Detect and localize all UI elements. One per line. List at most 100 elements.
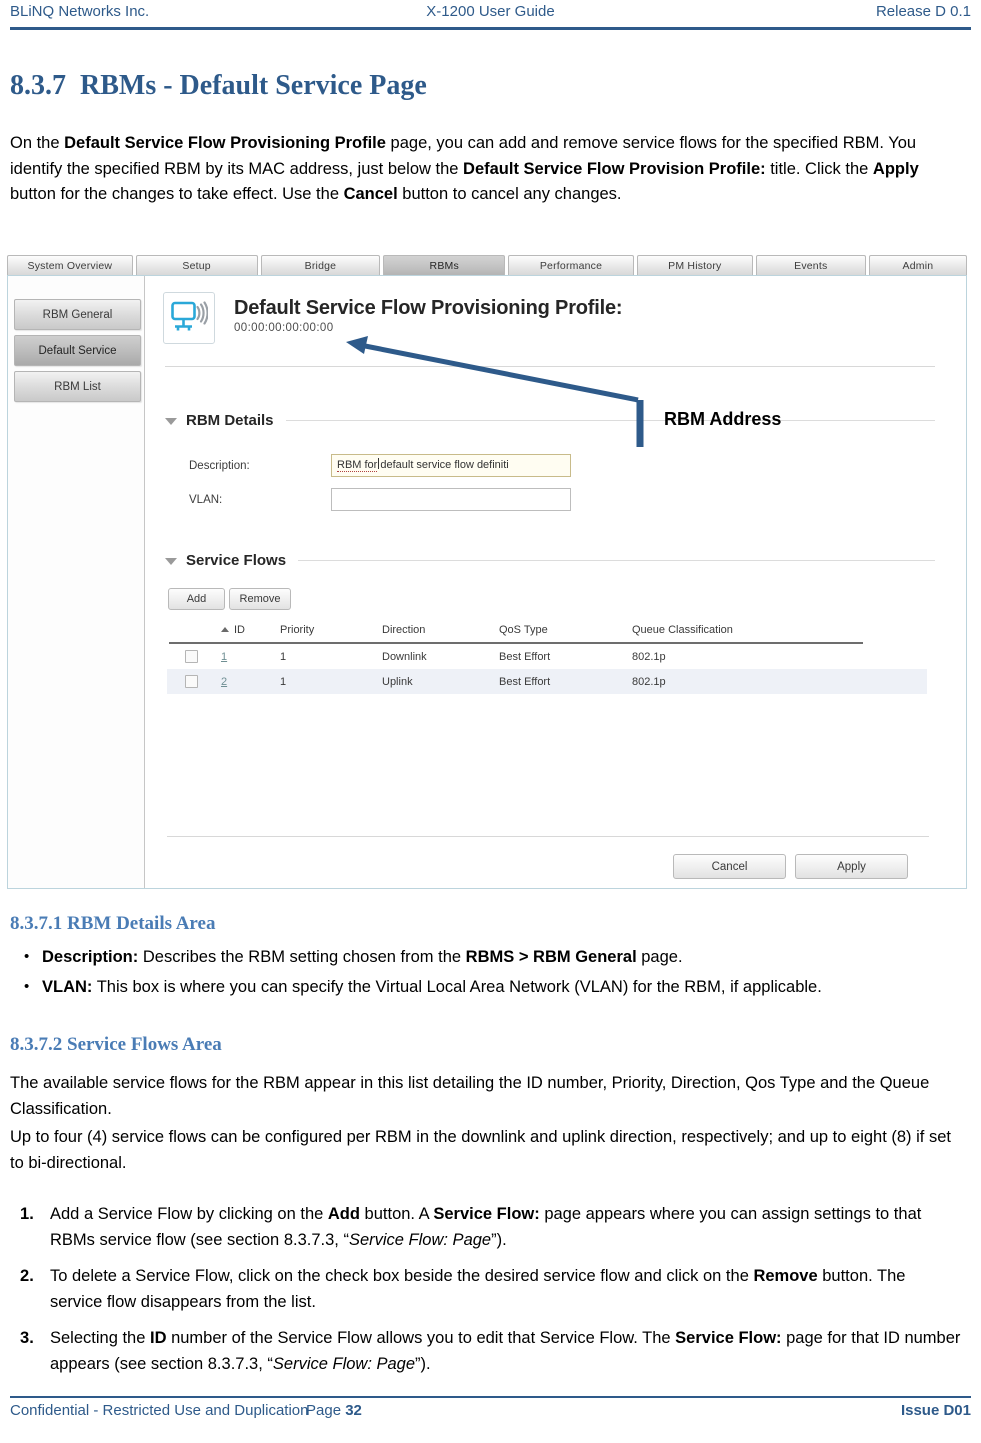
header-release: Release D 0.1 <box>875 3 971 20</box>
application-screenshot-figure: System Overview Setup Bridge RBMs Perfor… <box>7 255 968 889</box>
profile-title: Default Service Flow Provisioning Profil… <box>234 297 623 319</box>
list-item: Description: Describes the RBM setting c… <box>10 944 962 971</box>
apply-button[interactable]: Apply <box>795 854 908 879</box>
table-header-row: ID Priority Direction QoS Type Queue Cla… <box>167 624 927 642</box>
tab-pm-history[interactable]: PM History <box>636 255 753 275</box>
section-rule <box>285 420 935 421</box>
cell-queue-classification: 802.1p <box>632 650 666 663</box>
cell-direction: Uplink <box>382 675 413 688</box>
footer-divider-rule <box>10 1396 971 1398</box>
cell-qos-type: Best Effort <box>499 675 551 688</box>
tab-bridge[interactable]: Bridge <box>260 255 381 275</box>
list-item: VLAN: This box is where you can specify … <box>10 974 962 1001</box>
section-title: RBMs - Default Service Page <box>80 70 427 101</box>
row-checkbox-cell[interactable] <box>167 650 215 663</box>
intro-text-5: button to cancel any changes. <box>397 185 622 203</box>
sidebar-item-rbm-general[interactable]: RBM General <box>14 299 141 330</box>
footer-page: Page 32 <box>306 1402 362 1419</box>
cell-priority: 1 <box>280 650 287 663</box>
bullet-bold: RBMS > RBM General <box>465 948 637 966</box>
cell-qos-type: Best Effort <box>499 650 551 663</box>
cancel-button[interactable]: Cancel <box>673 854 786 879</box>
tab-admin[interactable]: Admin <box>868 255 968 275</box>
cell-id[interactable]: 2 <box>215 676 275 688</box>
wireless-monitor-icon <box>163 292 215 344</box>
sidebar-item-default-service[interactable]: Default Service <box>14 335 141 366</box>
intro-bold-3: Apply <box>872 159 919 178</box>
tab-rbms[interactable]: RBMs <box>383 255 506 275</box>
title-divider <box>165 366 935 367</box>
cell-direction: Downlink <box>382 650 427 663</box>
tab-system-overview[interactable]: System Overview <box>7 255 133 275</box>
profile-title-block: Default Service Flow Provisioning Profil… <box>234 292 623 334</box>
service-flows-paragraph-1: The available service flows for the RBM … <box>10 1074 930 1118</box>
column-header-priority[interactable]: Priority <box>275 624 379 636</box>
rbm-details-label: RBM Details <box>186 412 274 429</box>
collapse-caret-icon[interactable] <box>165 558 177 565</box>
description-label: Description: <box>189 460 250 472</box>
id-link[interactable]: 1 <box>221 651 227 663</box>
id-link[interactable]: 2 <box>221 676 227 688</box>
section-rule <box>298 560 935 561</box>
list-item: To delete a Service Flow, click on the c… <box>20 1264 906 1311</box>
intro-paragraph: On the Default Service Flow Provisioning… <box>10 131 962 208</box>
cell-queue-classification: 802.1p <box>632 675 666 688</box>
service-flows-label: Service Flows <box>186 552 287 569</box>
header-document-title: X-1200 User Guide <box>426 3 555 20</box>
annotation-label: RBM Address <box>664 409 782 429</box>
vlan-label: VLAN: <box>189 494 223 506</box>
intro-text-1: On the <box>10 134 65 152</box>
intro-bold-1: Default Service Flow Provisioning Profil… <box>64 134 386 152</box>
description-value-part1: RBM for <box>337 459 378 472</box>
description-input[interactable]: RBM for default service flow definiti <box>331 454 571 477</box>
list-item: Selecting the ID number of the Service F… <box>20 1326 961 1373</box>
cell-id[interactable]: 1 <box>215 651 275 663</box>
footer-divider <box>167 836 929 837</box>
table-row[interactable]: 2 1 Uplink Best Effort 802.1p <box>167 669 927 694</box>
select-all-header <box>167 624 215 636</box>
app-content: Default Service Flow Provisioning Profil… <box>145 276 966 888</box>
intro-text-3: title. Click the <box>765 159 873 178</box>
tab-performance[interactable]: Performance <box>508 255 634 275</box>
bullet-text-a: Describes the RBM setting chosen from th… <box>138 948 466 966</box>
sidebar-item-rbm-list[interactable]: RBM List <box>14 371 141 402</box>
header-company: BLiNQ Networks Inc. <box>10 3 150 20</box>
list-item: Add a Service Flow by clicking on the Ad… <box>20 1202 922 1249</box>
collapse-caret-icon[interactable] <box>165 418 177 425</box>
app-body: RBM General Default Service RBM List Def… <box>7 275 967 889</box>
intro-text-4: button for the changes to take effect. U… <box>10 185 344 203</box>
cell-priority: 1 <box>280 675 287 688</box>
rbm-details-bullets: Description: Describes the RBM setting c… <box>10 944 962 1004</box>
footer-page-number: 32 <box>345 1402 362 1419</box>
intro-bold-2: Default Service Flow Provision Profile: <box>463 159 766 178</box>
row-checkbox-cell[interactable] <box>167 675 215 688</box>
column-header-id[interactable]: ID <box>215 624 275 636</box>
vlan-input[interactable] <box>331 488 571 511</box>
page-title: 8.3.7 RBMs - Default Service Page <box>10 70 910 102</box>
sort-ascending-icon <box>221 627 229 632</box>
add-button[interactable]: Add <box>168 588 225 610</box>
app-tabbar: System Overview Setup Bridge RBMs Perfor… <box>7 255 968 275</box>
header-divider <box>10 27 971 30</box>
profile-header: Default Service Flow Provisioning Profil… <box>163 292 623 344</box>
service-flows-steps: Add a Service Flow by clicking on the Ad… <box>10 1202 962 1388</box>
subsection-heading-1: 8.3.7.1 RBM Details Area <box>10 913 216 934</box>
tab-events[interactable]: Events <box>755 255 866 275</box>
service-flows-table: ID Priority Direction QoS Type Queue Cla… <box>167 624 927 694</box>
footer-confidentiality: Confidential - Restricted Use and Duplic… <box>10 1402 309 1419</box>
row-checkbox[interactable] <box>184 675 198 688</box>
service-flows-section-header[interactable]: Service Flows <box>165 552 935 569</box>
rbm-details-section-header[interactable]: RBM Details <box>165 412 935 429</box>
tab-setup[interactable]: Setup <box>135 255 258 275</box>
remove-button[interactable]: Remove <box>229 588 291 610</box>
section-number: 8.3.7 <box>10 70 66 101</box>
footer-issue: Issue D01 <box>900 1402 971 1419</box>
column-header-qos-type[interactable]: QoS Type <box>497 624 630 636</box>
bullet-text-a: This box is where you can specify the Vi… <box>92 977 822 996</box>
table-row[interactable]: 1 1 Downlink Best Effort 802.1p <box>167 644 927 669</box>
column-header-queue-classification[interactable]: Queue Classification <box>630 624 830 636</box>
row-checkbox[interactable] <box>184 650 198 663</box>
column-header-direction[interactable]: Direction <box>379 624 497 636</box>
rbm-mac-address: 00:00:00:00:00:00 <box>234 322 334 334</box>
bullet-term: Description: <box>42 948 139 966</box>
